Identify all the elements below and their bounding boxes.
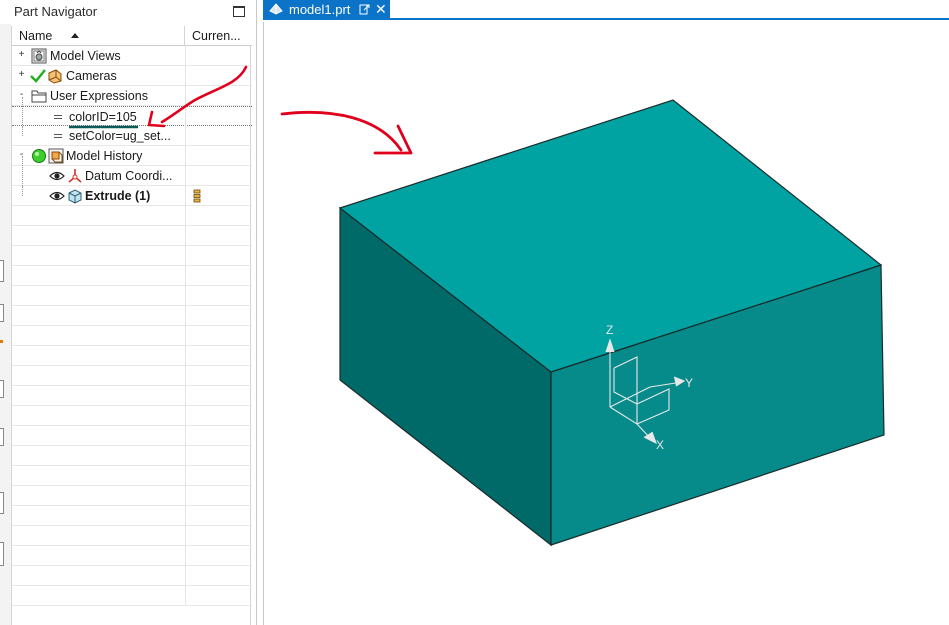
strip-tab-marker[interactable] [0,260,4,282]
part-file-icon [269,3,283,15]
tree-row-user-expressions[interactable]: - User Expressions [12,86,252,106]
part-navigator-panel: Part Navigator Name Curren... + Model Vi… [0,0,257,625]
tree-row-empty [12,446,252,466]
strip-tab-marker[interactable] [0,492,4,514]
status-green-icon [32,149,46,163]
strip-tab-marker[interactable] [0,380,4,398]
tree-row-empty [12,406,252,426]
column-header-name[interactable]: Name [12,26,185,46]
tree-row-empty [12,586,252,606]
tree-row-empty [12,506,252,526]
tree-row-model-history[interactable]: - Model History [12,146,252,166]
check-icon [30,69,46,83]
navigator-resource-strip [0,24,11,625]
tree-row-empty [12,266,252,286]
axis-label-z: Z [606,323,613,337]
axis-label-y: Y [685,376,693,390]
sort-ascending-icon [71,33,79,38]
model-views-icon [31,48,47,64]
close-tab-icon[interactable]: ✕ [375,1,387,18]
tree-row-empty [12,486,252,506]
column-header-current[interactable]: Curren... [186,26,252,46]
tree-row-empty [12,526,252,546]
tree-row-label: Extrude (1) [85,189,151,203]
tree-row-empty [12,206,252,226]
eye-icon[interactable] [49,189,65,203]
tree-header: Name Curren... [12,26,252,46]
navigator-tree: Name Curren... + Model Views + Cameras -… [11,26,252,625]
datum-csys-icon [68,169,82,183]
tree-row-empty [12,326,252,346]
tree-row-empty [12,306,252,326]
document-tab-strip: model1.prt ✕ [263,0,949,20]
tree-row-setcolor[interactable]: setColor=ug_set... [12,126,252,146]
tree-row-empty [12,346,252,366]
tree-row-label: User Expressions [50,89,148,103]
tree-row-cameras[interactable]: + Cameras [12,66,252,86]
tree-row-label: Model History [66,149,143,163]
tree-row-empty [12,286,252,306]
strip-tab-marker[interactable] [0,304,4,322]
tab-model1-prt[interactable]: model1.prt ✕ [263,0,390,20]
tab-label: model1.prt [289,2,351,17]
tree-row-empty [12,386,252,406]
strip-indicator [0,340,3,343]
model-scene: Z Y X [280,99,885,547]
navigator-title-bar: Part Navigator [0,0,257,24]
tree-row-colorid[interactable]: colorID=105 [12,97,252,127]
eye-icon[interactable] [49,169,65,183]
folder-icon [31,90,47,103]
expression-icon [54,115,62,119]
tree-row-label: setColor=ug_set... [69,129,171,143]
navigator-title: Part Navigator [14,4,98,19]
tree-row-extrude[interactable]: Extrude (1) [12,186,252,206]
tree-row-empty [12,366,252,386]
tree-row-label: Datum Coordi... [85,169,173,183]
tree-row-empty [12,426,252,446]
tree-row-label: colorID=105 [69,110,137,124]
stack-icon [193,189,201,203]
graphics-window[interactable]: Z Y X [263,22,949,625]
maximize-icon[interactable] [233,6,245,17]
axis-label-x: X [656,438,664,452]
tree-row-datum-csys[interactable]: Datum Coordi... [12,156,252,186]
tree-row-model-views[interactable]: + Model Views [12,46,252,66]
tree-row-empty [12,466,252,486]
annotation-arrow [280,110,413,155]
tree-rows: + Model Views + Cameras - User Expressio… [12,46,252,606]
cameras-icon [48,69,62,84]
strip-tab-marker[interactable] [0,428,4,446]
tree-row-empty [12,546,252,566]
extrude-icon [68,189,82,204]
popout-icon[interactable] [359,4,370,15]
expand-icon[interactable]: + [17,50,26,60]
tree-row-empty [12,246,252,266]
strip-tab-marker[interactable] [0,542,4,566]
tree-row-empty [12,566,252,586]
tree-row-label: Model Views [50,49,121,63]
model-history-icon [48,148,64,164]
expand-icon[interactable]: + [17,70,26,80]
column-header-name-label: Name [19,29,53,43]
tree-row-label: Cameras [66,69,117,83]
tree-row-empty [12,226,252,246]
expression-icon [54,134,62,138]
